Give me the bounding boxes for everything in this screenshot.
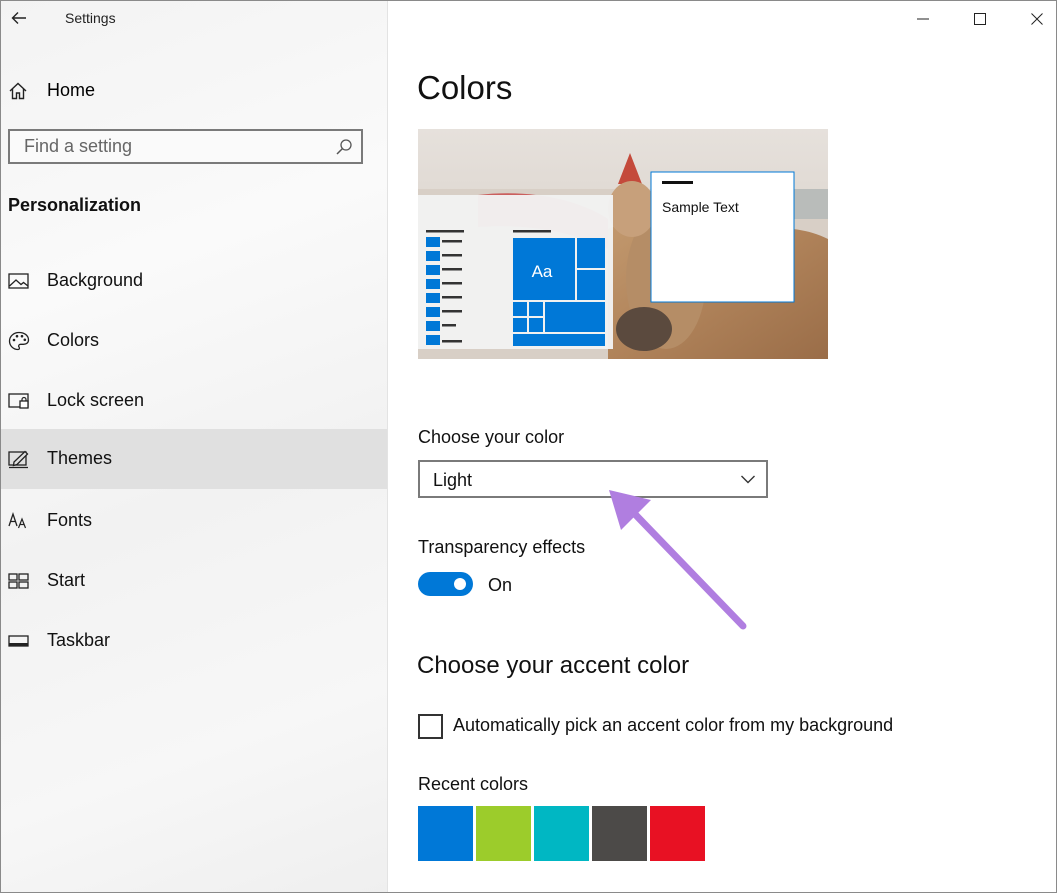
color-swatch[interactable] [476,806,531,861]
taskbar-icon [8,635,29,647]
preview-image: Aa Sample Text [418,129,828,359]
sidebar-item-start[interactable]: Start [1,551,387,611]
sidebar-item-label: Colors [47,330,100,350]
sidebar-item-themes[interactable]: Themes [1,429,387,489]
color-swatch[interactable] [650,806,705,861]
section-heading: Personalization [8,195,142,215]
sidebar-item-colors[interactable]: Colors [1,311,387,371]
lock-screen-icon [8,393,29,409]
window-title: Settings [65,10,116,26]
settings-window: Settings Home Personalization Background [0,0,1057,893]
search-box[interactable] [8,129,363,164]
recent-colors-label: Recent colors [418,774,529,794]
fonts-icon [8,511,27,529]
color-swatch[interactable] [534,806,589,861]
home-icon [9,82,27,100]
sidebar-item-label: Start [47,570,86,590]
sidebar-item-background[interactable]: Background [1,251,387,311]
maximize-button[interactable] [951,1,1009,37]
accent-color-heading: Choose your accent color [417,652,690,679]
recent-colors [418,806,708,861]
sidebar-item-label: Background [47,270,144,290]
back-button[interactable] [7,5,31,31]
transparency-label: Transparency effects [418,537,586,557]
close-button[interactable] [1008,1,1056,37]
sidebar-item-lock-screen[interactable]: Lock screen [1,371,387,431]
back-arrow-icon [11,12,26,24]
minimize-button[interactable] [894,1,952,37]
home-label: Home [47,80,96,100]
toggle-knob [454,578,466,590]
preview-tile-text: Aa [532,262,553,281]
search-input[interactable] [10,131,334,162]
start-icon [8,573,29,589]
page-title: Colors [417,69,513,106]
sidebar-item-label: Taskbar [47,630,111,650]
chevron-down-icon [741,475,755,484]
picture-icon [8,273,29,289]
color-mode-dropdown[interactable]: Light [418,460,768,498]
sidebar-divider [387,1,388,892]
transparency-toggle[interactable] [418,572,473,596]
choose-color-label: Choose your color [418,427,565,447]
maximize-icon [974,13,986,25]
theme-preview: Aa Sample Text [418,129,828,359]
auto-accent-checkbox[interactable] [418,714,443,739]
sidebar-item-label: Themes [47,448,113,468]
sidebar: Settings Home Personalization Background [1,1,387,892]
annotation-arrow [609,490,747,630]
sidebar-item-label: Fonts [47,510,93,530]
color-swatch[interactable] [418,806,473,861]
sidebar-item-label: Lock screen [47,390,145,410]
color-swatch[interactable] [592,806,647,861]
dropdown-selected-value: Light [433,470,473,490]
sidebar-item-fonts[interactable]: Fonts [1,491,387,551]
sidebar-item-taskbar[interactable]: Taskbar [1,611,387,671]
auto-accent-label[interactable]: Automatically pick an accent color from … [453,715,893,736]
palette-icon [8,331,30,351]
search-icon[interactable] [335,138,353,156]
minimize-icon [917,18,929,20]
themes-icon [8,450,29,469]
close-icon [1031,13,1043,25]
transparency-state: On [488,575,513,595]
preview-sample-text: Sample Text [662,199,739,215]
home-nav-item[interactable]: Home [1,70,387,110]
